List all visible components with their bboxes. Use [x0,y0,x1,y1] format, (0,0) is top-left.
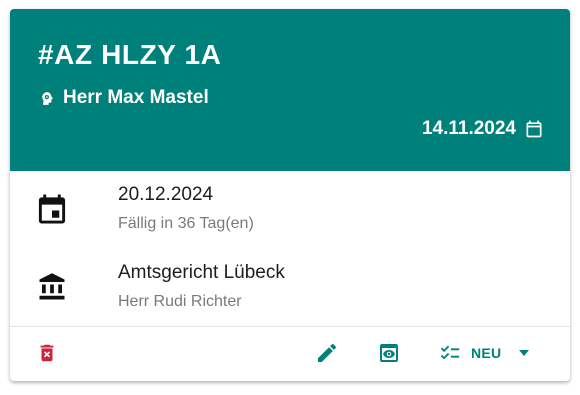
delete-icon [36,342,58,364]
deadline-date: 20.12.2024 [118,184,214,205]
status-label: NEU [471,345,502,361]
calendar-icon[interactable] [524,119,544,139]
created-date-text: 14.11.2024 [421,118,516,139]
client-head-icon [38,90,55,107]
courthouse-icon [36,271,68,303]
client: Herr Max Mastel [38,87,209,109]
client-name: Herr Max Mastel [63,87,209,108]
card-actions: NEU [10,327,570,381]
status-dropdown[interactable]: NEU [438,340,530,366]
deadline-due-text: Fällig in 36 Tag(en) [118,215,254,232]
delete-button[interactable] [36,340,58,366]
case-card-header: #AZ HLZY 1A Herr Max Mastel 14.11.2024 [10,9,570,171]
pencil-icon [315,341,339,365]
view-button[interactable] [377,340,401,366]
eye-icon [377,341,401,365]
caret-down-icon [518,349,530,357]
court-row: Amtsgericht Lübeck Herr Rudi Richter [10,257,570,317]
case-number: #AZ HLZY 1A [38,39,222,70]
calendar-event-icon [36,193,68,225]
case-card: #AZ HLZY 1A Herr Max Mastel 14.11.2024 2… [10,9,570,381]
checklist-icon [438,342,462,364]
created-date: 14.11.2024 [422,118,544,140]
edit-button[interactable] [315,340,339,366]
deadline-row: 20.12.2024 Fällig in 36 Tag(en) [10,179,570,239]
judge-name: Herr Rudi Richter [118,293,242,310]
court-name: Amtsgericht Lübeck [118,262,285,283]
